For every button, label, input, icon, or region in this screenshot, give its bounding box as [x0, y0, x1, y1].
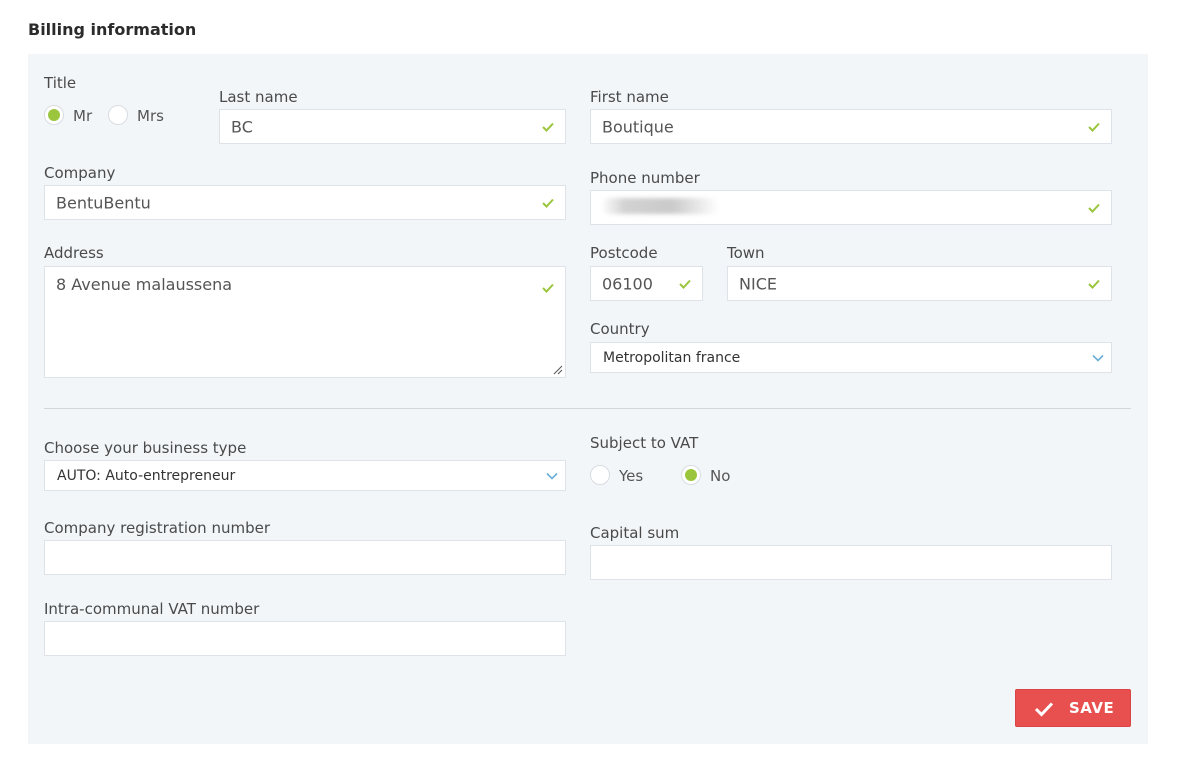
- save-button-label: SAVE: [1069, 699, 1115, 717]
- section-title: Billing information: [28, 20, 197, 39]
- postcode-value: 06100: [602, 274, 653, 293]
- first-name-value: Boutique: [602, 117, 674, 136]
- title-mrs-radio[interactable]: [108, 105, 128, 125]
- address-value: 8 Avenue malaussena: [56, 275, 233, 294]
- town-label: Town: [727, 244, 765, 262]
- title-mrs-label[interactable]: Mrs: [137, 107, 164, 125]
- intra-vat-field[interactable]: [44, 621, 566, 656]
- valid-check-icon: [542, 122, 554, 132]
- business-type-value: AUTO: Auto-entrepreneur: [57, 467, 236, 484]
- capital-sum-field[interactable]: [590, 545, 1112, 580]
- section-divider: [44, 408, 1131, 409]
- town-value: NICE: [739, 274, 777, 293]
- resize-grip-icon[interactable]: [551, 363, 563, 375]
- company-value: BentuBentu: [56, 193, 151, 212]
- last-name-field[interactable]: BC: [219, 109, 566, 144]
- country-select[interactable]: Metropolitan france: [590, 342, 1112, 373]
- valid-check-icon: [1088, 203, 1100, 213]
- vat-no-label[interactable]: No: [710, 467, 730, 485]
- vat-no-radio[interactable]: [681, 465, 701, 485]
- town-field[interactable]: NICE: [727, 266, 1112, 301]
- company-field[interactable]: BentuBentu: [44, 185, 566, 220]
- address-label: Address: [44, 244, 104, 262]
- phone-label: Phone number: [590, 169, 700, 187]
- company-label: Company: [44, 164, 116, 182]
- valid-check-icon: [542, 283, 554, 293]
- vat-yes-radio[interactable]: [590, 465, 610, 485]
- redacted-phone-blur: [601, 198, 719, 214]
- check-icon: [1034, 702, 1054, 717]
- country-label: Country: [590, 320, 650, 338]
- registration-number-label: Company registration number: [44, 519, 270, 537]
- phone-field[interactable]: [590, 190, 1112, 225]
- postcode-field[interactable]: 06100: [590, 266, 703, 301]
- valid-check-icon: [679, 279, 691, 289]
- registration-number-field[interactable]: [44, 540, 566, 575]
- first-name-label: First name: [590, 88, 669, 106]
- vat-label: Subject to VAT: [590, 434, 699, 452]
- postcode-label: Postcode: [590, 244, 658, 262]
- title-mr-radio[interactable]: [44, 105, 64, 125]
- capital-sum-label: Capital sum: [590, 524, 680, 542]
- chevron-down-icon: [546, 472, 558, 480]
- country-value: Metropolitan france: [603, 349, 741, 366]
- save-button[interactable]: SAVE: [1015, 689, 1131, 727]
- valid-check-icon: [1088, 122, 1100, 132]
- intra-vat-label: Intra-communal VAT number: [44, 600, 260, 618]
- valid-check-icon: [1088, 279, 1100, 289]
- title-label: Title: [44, 74, 77, 92]
- vat-yes-label[interactable]: Yes: [619, 467, 643, 485]
- chevron-down-icon: [1092, 354, 1104, 362]
- last-name-value: BC: [231, 117, 253, 136]
- first-name-field[interactable]: Boutique: [590, 109, 1112, 144]
- title-mr-label[interactable]: Mr: [73, 107, 92, 125]
- business-type-select[interactable]: AUTO: Auto-entrepreneur: [44, 460, 566, 491]
- last-name-label: Last name: [219, 88, 298, 106]
- address-textarea[interactable]: 8 Avenue malaussena: [44, 266, 566, 378]
- business-type-label: Choose your business type: [44, 439, 247, 457]
- valid-check-icon: [542, 198, 554, 208]
